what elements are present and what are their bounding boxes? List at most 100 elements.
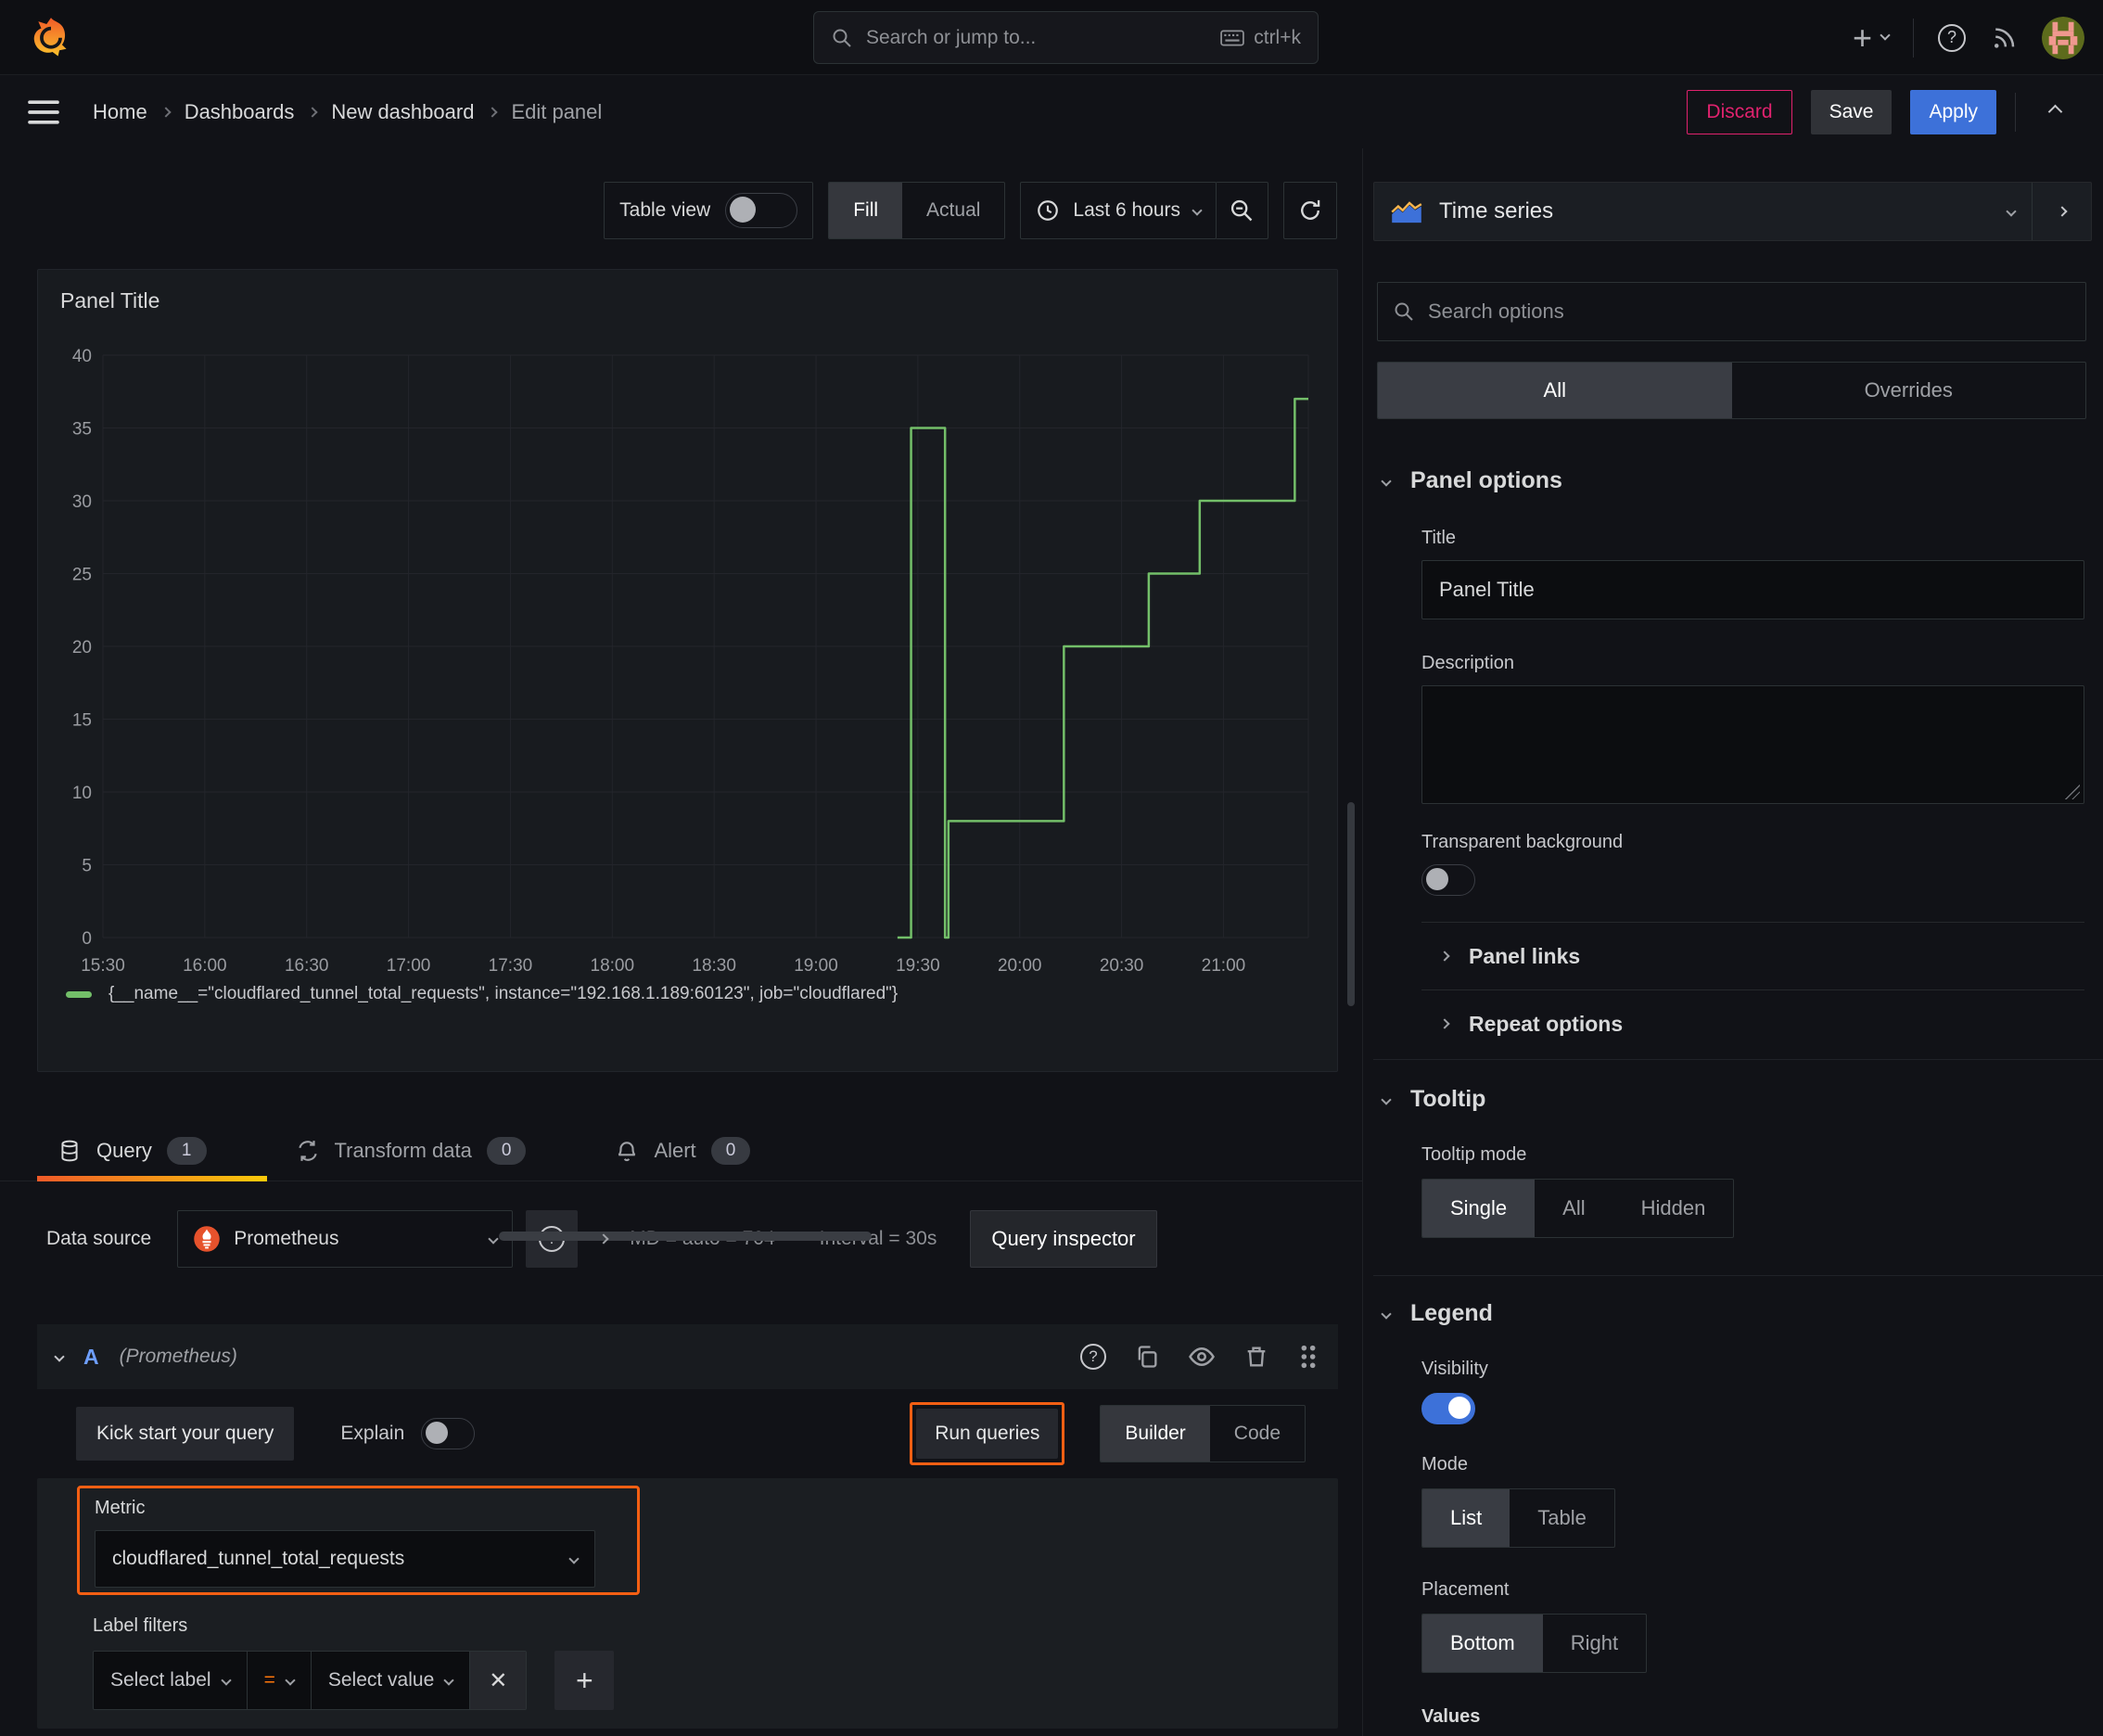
select-value-dropdown[interactable]: Select value xyxy=(311,1652,471,1709)
resize-handle[interactable] xyxy=(2065,785,2080,799)
legend-header[interactable]: Legend xyxy=(1381,1300,2103,1327)
datasource-name: Prometheus xyxy=(234,1228,339,1249)
run-queries-button[interactable]: Run queries xyxy=(916,1409,1059,1459)
repeat-options-section[interactable]: Repeat options xyxy=(1439,990,2103,1057)
add-filter-button[interactable]: + xyxy=(554,1651,615,1710)
query-inspector-button[interactable]: Query inspector xyxy=(970,1210,1157,1268)
tab-query[interactable]: Query 1 xyxy=(57,1120,207,1181)
select-label-placeholder: Select label xyxy=(110,1669,211,1691)
chevron-down-icon xyxy=(1381,475,1392,487)
visualization-picker-row: Time series xyxy=(1373,182,2092,241)
chevron-down-icon xyxy=(568,1553,580,1564)
timeseries-chart[interactable]: 15:30 16:00 16:30 17:00 17:30 18:00 18:30 19:00… xyxy=(55,342,1316,987)
select-label-dropdown[interactable]: Select label xyxy=(94,1652,248,1709)
refresh-button[interactable] xyxy=(1283,182,1337,239)
toggle-viz-picker-button[interactable] xyxy=(2032,183,2091,240)
prometheus-icon xyxy=(194,1226,220,1252)
query-ref-id[interactable]: A xyxy=(83,1345,99,1370)
mode-table-option[interactable]: Table xyxy=(1510,1489,1614,1547)
panel-options-header[interactable]: Panel options xyxy=(1381,467,2103,494)
chevron-down-icon xyxy=(1381,1093,1392,1105)
svg-text:18:30: 18:30 xyxy=(692,956,736,976)
remove-query-icon[interactable] xyxy=(1243,1344,1269,1370)
legend-item[interactable]: {__name__="cloudflared_tunnel_total_requ… xyxy=(66,984,898,1004)
fill-option[interactable]: Fill xyxy=(829,183,903,238)
svg-text:20:00: 20:00 xyxy=(998,956,1042,976)
global-search-input[interactable]: Search or jump to... ctrl+k xyxy=(813,11,1319,64)
breadcrumb-new-dashboard[interactable]: New dashboard xyxy=(331,100,474,124)
remove-filter-button[interactable]: ✕ xyxy=(470,1652,527,1709)
tab-all[interactable]: All xyxy=(1378,363,1732,418)
panel-links-section[interactable]: Panel links xyxy=(1439,923,2103,989)
actual-option[interactable]: Actual xyxy=(902,183,1004,238)
table-view-toggle[interactable] xyxy=(725,193,798,228)
datasource-picker[interactable]: Prometheus xyxy=(177,1210,514,1268)
user-avatar[interactable] xyxy=(2042,16,2084,59)
tooltip-all-option[interactable]: All xyxy=(1535,1180,1612,1237)
hide-response-icon[interactable] xyxy=(1188,1343,1216,1371)
svg-text:15:30: 15:30 xyxy=(81,956,125,976)
visualization-select[interactable]: Time series xyxy=(1374,183,2032,240)
metric-value: cloudflared_tunnel_total_requests xyxy=(112,1548,405,1569)
tab-overrides[interactable]: Overrides xyxy=(1732,363,2086,418)
tab-alert-label: Alert xyxy=(654,1138,696,1162)
svg-text:15: 15 xyxy=(72,711,92,731)
keyboard-icon xyxy=(1220,30,1245,45)
discard-button[interactable]: Discard xyxy=(1687,89,1792,134)
query-help-icon[interactable]: ? xyxy=(1080,1344,1106,1370)
time-range-picker[interactable]: Last 6 hours xyxy=(1020,182,1217,239)
mode-list-option[interactable]: List xyxy=(1422,1489,1510,1547)
tab-transform-data[interactable]: Transform data 0 xyxy=(296,1120,527,1181)
save-button[interactable]: Save xyxy=(1810,89,1893,134)
search-options-input[interactable]: Search options xyxy=(1377,282,2086,341)
chevron-up-icon xyxy=(2047,104,2062,120)
query-row-header[interactable]: A (Prometheus) ? xyxy=(37,1324,1338,1389)
panel-preview: Panel Title 15:30 16:00 16:30 17:00 17:30 18:… xyxy=(37,269,1338,1072)
kick-start-query-button[interactable]: Kick start your query xyxy=(76,1407,295,1461)
builder-option[interactable]: Builder xyxy=(1101,1406,1210,1462)
grafana-logo-icon[interactable] xyxy=(30,16,72,58)
svg-text:17:00: 17:00 xyxy=(387,956,431,976)
explain-control: Explain xyxy=(340,1418,476,1449)
collapse-query-icon[interactable] xyxy=(54,1351,65,1362)
drag-handle-icon[interactable] xyxy=(1297,1344,1319,1370)
tooltip-hidden-option[interactable]: Hidden xyxy=(1613,1180,1734,1237)
metric-select[interactable]: cloudflared_tunnel_total_requests xyxy=(95,1530,595,1588)
label-filter: Select label = Select value ✕ xyxy=(93,1651,528,1710)
tooltip-header[interactable]: Tooltip xyxy=(1381,1086,2103,1113)
description-textarea[interactable] xyxy=(1421,685,2084,804)
placement-bottom-option[interactable]: Bottom xyxy=(1422,1615,1543,1672)
title-label: Title xyxy=(1421,528,1457,548)
vertical-scrollbar[interactable] xyxy=(1347,802,1355,1006)
explain-toggle[interactable] xyxy=(421,1418,476,1449)
help-icon[interactable]: ? xyxy=(1938,23,1966,52)
tab-alert[interactable]: Alert 0 xyxy=(615,1120,751,1181)
duplicate-query-icon[interactable] xyxy=(1134,1344,1160,1370)
svg-text:30: 30 xyxy=(72,492,92,512)
horizontal-scrollbar[interactable] xyxy=(499,1232,872,1241)
plus-icon: + xyxy=(1852,18,1872,57)
transparent-background-toggle[interactable] xyxy=(1421,864,1475,896)
legend-title: Legend xyxy=(1410,1300,1493,1326)
menu-toggle-icon[interactable] xyxy=(28,99,59,125)
add-new-button[interactable]: + xyxy=(1852,18,1891,57)
chevron-down-icon xyxy=(220,1675,232,1686)
query-tabs: Query 1 Transform data 0 Alert 0 xyxy=(0,1120,1362,1181)
legend-visibility-toggle[interactable] xyxy=(1421,1393,1475,1424)
tooltip-mode-label: Tooltip mode xyxy=(1421,1144,1527,1165)
placement-right-option[interactable]: Right xyxy=(1543,1615,1646,1672)
code-option[interactable]: Code xyxy=(1210,1406,1305,1462)
panel-title-input[interactable]: Panel Title xyxy=(1421,560,2084,619)
legend-series-label: {__name__="cloudflared_tunnel_total_requ… xyxy=(108,984,899,1003)
tooltip-single-option[interactable]: Single xyxy=(1422,1180,1536,1237)
run-queries-highlight: Run queries xyxy=(910,1402,1065,1465)
news-icon[interactable] xyxy=(1990,24,2018,52)
options-tabs: All Overrides xyxy=(1377,362,2086,419)
zoom-out-button[interactable] xyxy=(1216,182,1268,239)
operator-dropdown[interactable]: = xyxy=(247,1652,312,1709)
apply-button[interactable]: Apply xyxy=(1910,89,1996,134)
breadcrumb: Home Dashboards New dashboard Edit panel xyxy=(93,100,602,124)
collapse-pane-button[interactable] xyxy=(2034,92,2075,133)
breadcrumb-home[interactable]: Home xyxy=(93,100,147,124)
breadcrumb-dashboards[interactable]: Dashboards xyxy=(185,100,295,124)
